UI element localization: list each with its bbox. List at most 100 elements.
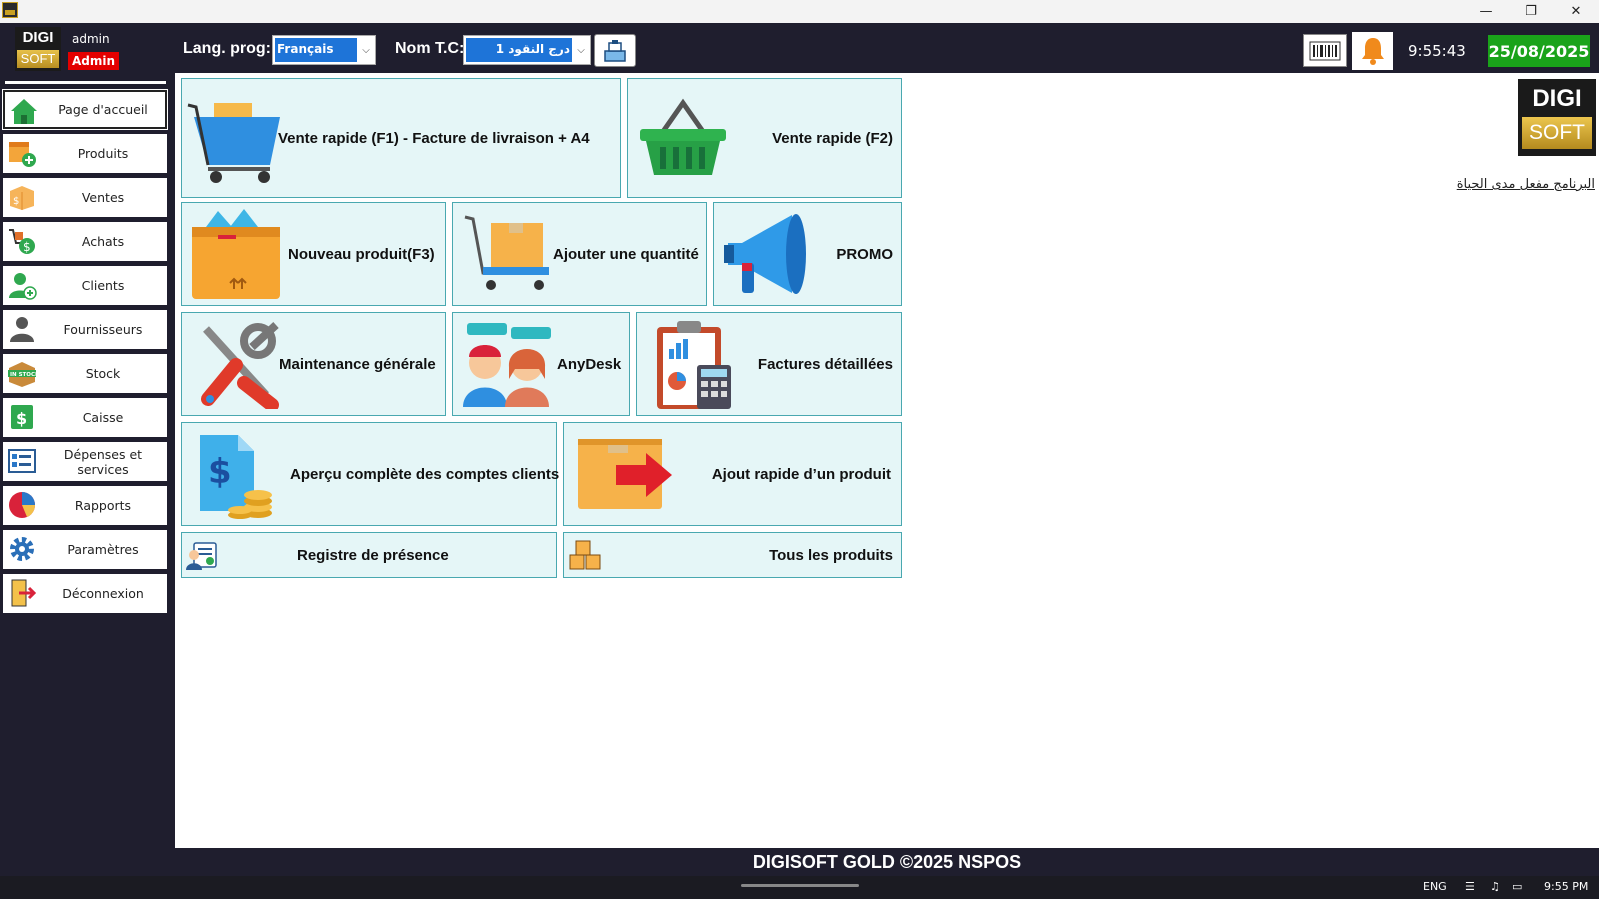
cart-box-icon: [464, 215, 549, 290]
attendance-tile[interactable]: Registre de présence: [181, 532, 557, 578]
language-select[interactable]: Français ⌵: [272, 35, 376, 65]
sidebar-item-label: Clients: [81, 278, 125, 293]
cash-register-icon: [604, 39, 626, 62]
sidebar-item-suppliers[interactable]: Fournisseurs: [3, 310, 167, 349]
digisoft-logo: DIGI SOFT: [15, 27, 61, 71]
minimize-icon[interactable]: —: [1463, 0, 1509, 23]
detailed-invoices-tile[interactable]: Factures détaillées: [636, 312, 902, 416]
shopping-cart-icon: [187, 103, 280, 183]
sidebar-item-clients[interactable]: Clients: [3, 266, 167, 305]
logout-door-icon: [11, 579, 37, 607]
home-icon: [11, 99, 37, 124]
digisoft-brand-logo: DIGI SOFT: [1518, 79, 1596, 156]
sidebar-item-home[interactable]: Page d'accueil: [2, 89, 168, 130]
purchases-cart-icon: $: [9, 229, 35, 254]
sidebar-item-settings[interactable]: Paramètres: [3, 530, 167, 569]
pie-chart-icon: [9, 492, 35, 518]
clock: 9:55:43: [1408, 42, 1466, 60]
box-arrow-icon: [578, 439, 672, 509]
maintenance-tile[interactable]: Maintenance générale: [181, 312, 446, 416]
tools-icon: [201, 322, 279, 409]
sidebar-divider: [5, 81, 166, 84]
quick-add-product-tile[interactable]: Ajout rapide d’un produit: [563, 422, 902, 526]
volume-icon[interactable]: ♫: [1490, 880, 1500, 893]
invoice-report-icon: [657, 321, 731, 409]
system-clock[interactable]: 9:55 PM: [1544, 880, 1588, 893]
chevron-down-icon: ⌵: [577, 44, 585, 56]
sidebar-item-stock[interactable]: IN STOCK Stock: [3, 354, 167, 393]
sidebar-item-label: Fournisseurs: [63, 322, 143, 337]
products-icon: [9, 142, 36, 167]
svg-text:$: $: [16, 409, 27, 428]
bell-icon: [1361, 38, 1384, 65]
sidebar-item-cash[interactable]: $ Caisse: [3, 398, 167, 437]
sidebar-item-reports[interactable]: Rapports: [3, 486, 167, 525]
in-stock-icon: IN STOCK: [8, 362, 37, 387]
sidebar-item-label: Rapports: [74, 498, 132, 513]
sidebar-item-sales[interactable]: $ Ventes: [3, 178, 167, 217]
support-chat-icon: [463, 323, 551, 407]
basket-icon: [640, 98, 726, 175]
svg-text:$: $: [208, 452, 232, 492]
sidebar-item-label: Caisse: [82, 410, 124, 425]
product-box-icon: [192, 209, 280, 299]
cash-register-button[interactable]: [594, 34, 636, 67]
sidebar-item-label: Achats: [81, 234, 125, 249]
notifications-button[interactable]: [1352, 32, 1393, 70]
sidebar-item-label: Stock: [85, 366, 121, 381]
input-language[interactable]: ENG: [1423, 880, 1447, 893]
accounts-money-icon: $: [200, 435, 272, 519]
barcode-button[interactable]: [1303, 34, 1347, 67]
user-name: admin: [72, 32, 110, 46]
cash-dollar-icon: $: [11, 405, 33, 429]
svg-text:$: $: [13, 196, 19, 207]
add-quantity-tile[interactable]: Ajouter une quantité: [452, 202, 707, 306]
client-accounts-tile[interactable]: $ Aperçu complète des comptes clients: [181, 422, 559, 526]
sidebar-item-products[interactable]: Produits: [3, 134, 167, 173]
sidebar-item-label: Dépenses et services: [63, 446, 143, 477]
barcode-icon: [1309, 41, 1341, 60]
anydesk-tile[interactable]: AnyDesk: [452, 312, 630, 416]
quick-sale-f1-tile[interactable]: Vente rapide (F1) - Facture de livraison…: [181, 78, 621, 198]
language-label: Lang. prog:: [183, 40, 271, 57]
cash-drawer-select[interactable]: درج النقود 1 ⌵: [463, 35, 591, 65]
attendance-id-icon: [186, 542, 217, 570]
app-icon: [2, 2, 18, 18]
all-products-tile[interactable]: Tous les produits: [563, 532, 902, 578]
sidebar-item-label: Ventes: [81, 190, 125, 205]
taskbar-handle[interactable]: [741, 884, 859, 887]
sidebar-item-label: Déconnexion: [62, 586, 144, 601]
stacked-boxes-icon: [569, 540, 601, 570]
user-role-badge: Admin: [68, 52, 120, 70]
sidebar: Page d'accueil Produits $ Ventes $ Achat…: [0, 73, 175, 848]
window-titlebar: — ❐ ✕: [0, 0, 1599, 23]
sales-box-icon: $: [10, 186, 34, 210]
sidebar-item-purchases[interactable]: $ Achats: [3, 222, 167, 261]
new-product-tile[interactable]: Nouveau produit(F3): [181, 202, 446, 306]
chevron-down-icon: ⌵: [362, 44, 370, 56]
date-badge: 25/08/2025: [1488, 35, 1590, 67]
sidebar-item-label: Page d'accueil: [58, 102, 148, 117]
footer-copyright: DIGISOFT GOLD ©2025 NSPOS: [175, 848, 1599, 876]
cash-drawer-label: Nom T.C:: [395, 40, 465, 57]
gear-icon: [10, 537, 34, 561]
promo-tile[interactable]: PROMO: [713, 202, 902, 306]
top-header: DIGI SOFT admin Admin Lang. prog: França…: [0, 23, 1599, 73]
expenses-list-icon: [8, 449, 36, 473]
sidebar-item-expenses[interactable]: Dépenses et services: [3, 442, 167, 481]
supplier-person-icon: [10, 317, 34, 342]
sidebar-item-logout[interactable]: Déconnexion: [3, 574, 167, 613]
megaphone-icon: [724, 214, 806, 294]
battery-icon[interactable]: ▭: [1512, 880, 1522, 893]
sidebar-item-label: Paramètres: [67, 542, 139, 557]
sidebar-item-label: Produits: [77, 146, 129, 161]
quick-sale-f2-tile[interactable]: Vente rapide (F2): [627, 78, 902, 198]
svg-text:$: $: [23, 240, 31, 254]
license-status-link[interactable]: البرنامج مفعل مدى الحياة: [1455, 177, 1595, 192]
svg-text:IN STOCK: IN STOCK: [10, 372, 37, 378]
wifi-icon[interactable]: ☰: [1465, 880, 1475, 893]
main-dashboard: Vente rapide (F1) - Facture de livraison…: [175, 73, 1599, 848]
restore-icon[interactable]: ❐: [1508, 0, 1554, 23]
add-client-icon: [9, 273, 37, 300]
close-icon[interactable]: ✕: [1553, 0, 1599, 23]
